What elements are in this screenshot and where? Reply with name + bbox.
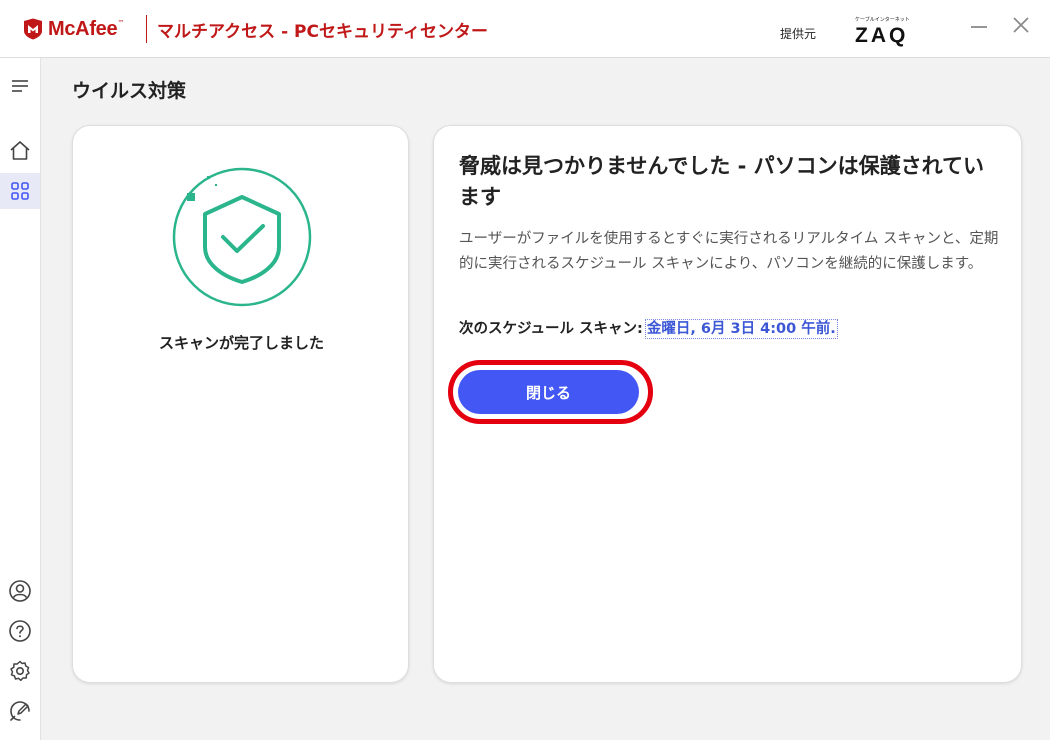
help-icon [9, 620, 31, 642]
next-scan-link[interactable]: 金曜日, 6月 3日 4:00 午前. [644, 319, 838, 339]
apps-grid-icon [11, 182, 29, 200]
close-window-button[interactable] [1005, 10, 1037, 40]
menu-toggle-button[interactable] [0, 68, 40, 104]
page-title: ウイルス対策 [72, 80, 187, 102]
scan-complete-text: スキャンが完了しました [158, 334, 324, 352]
sidebar-item-home[interactable] [0, 133, 40, 169]
minimize-icon [971, 26, 987, 28]
next-scan-row: 次のスケジュール スキャン: 金曜日, 6月 3日 4:00 午前. [459, 317, 838, 339]
account-icon [9, 580, 31, 602]
sidebar-item-feedback[interactable] [0, 693, 40, 729]
result-description: ユーザーがファイルを使用するとすぐに実行されるリアルタイム スキャンと、定期的に… [459, 231, 999, 272]
title-divider [146, 15, 147, 43]
result-heading: 脅威は見つかりませんでした - パソコンは保護されています [459, 154, 985, 209]
home-icon [10, 141, 30, 160]
brand-name: McAfee [48, 17, 118, 40]
protected-shield-icon [172, 167, 312, 307]
app-title: マルチアクセス - PCセキュリティセンター [157, 22, 488, 42]
zaq-logo-text: ZAQ [855, 24, 909, 47]
sidebar-item-settings[interactable] [0, 653, 40, 689]
mcafee-shield-icon [24, 18, 42, 40]
feedback-icon [10, 701, 30, 721]
brand-trademark: ™ [117, 19, 125, 27]
zaq-logo-subtitle: ケーブルインターネット [855, 17, 910, 23]
minimize-button[interactable] [963, 10, 995, 40]
title-bar: McAfee ™ マルチアクセス - PCセキュリティセンター 提供元 ケーブル… [0, 0, 1050, 58]
menu-icon [12, 80, 28, 92]
zaq-logo: ケーブルインターネット ZAQ [853, 16, 913, 48]
close-icon [1013, 17, 1029, 33]
sidebar-item-account[interactable] [0, 573, 40, 609]
next-scan-label: 次のスケジュール スキャン: [459, 321, 643, 337]
sidebar-item-help[interactable] [0, 613, 40, 649]
settings-icon [10, 660, 30, 682]
scan-result-card: 脅威は見つかりませんでした - パソコンは保護されています ユーザーがファイルを… [433, 125, 1022, 683]
mcafee-logo: McAfee ™ [22, 17, 124, 41]
scan-status-card: スキャンが完了しました [72, 125, 409, 683]
sidebar [0, 58, 41, 740]
provider-label: 提供元 [780, 27, 817, 41]
sidebar-item-apps[interactable] [0, 173, 40, 209]
close-button[interactable]: 閉じる [458, 370, 639, 414]
